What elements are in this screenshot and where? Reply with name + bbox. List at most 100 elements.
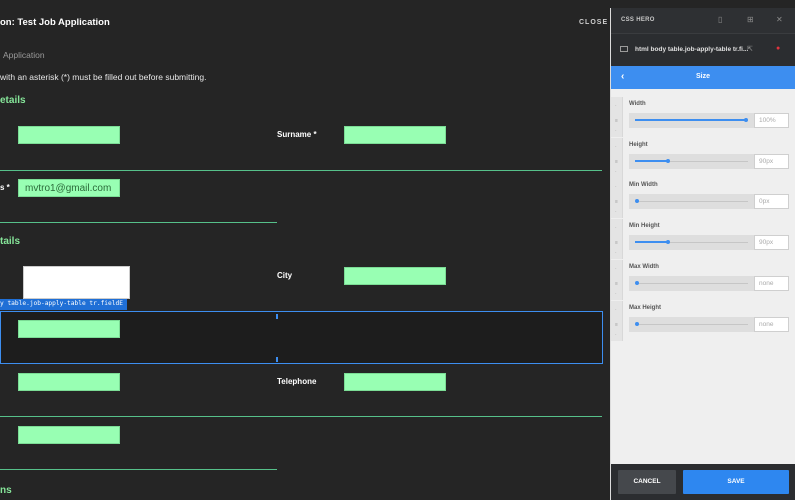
slider-thumb[interactable]	[665, 240, 670, 245]
gutter-mark-icon: ·	[615, 184, 617, 191]
property-value-input[interactable]: none	[754, 275, 789, 291]
property-slider[interactable]	[629, 113, 754, 128]
gutter-mark-icon: ·	[615, 331, 617, 338]
gutter-mark-icon: ≡	[615, 321, 618, 328]
size-property-row: · ≡ · Min Height 90px	[611, 219, 796, 260]
gutter-mark-icon: ·	[615, 306, 617, 313]
gutter-mark-icon: ·	[615, 168, 617, 175]
row-gutter: · ≡ ·	[611, 137, 623, 178]
cancel-button[interactable]: CANCEL	[618, 470, 676, 494]
telephone-label: Telephone	[277, 377, 317, 386]
form-subtitle: Application	[3, 50, 45, 60]
property-value-input[interactable]: 90px	[754, 235, 789, 251]
file-icon	[620, 46, 628, 52]
selector-path-bar: html body table.job-apply-table tr.fi...…	[611, 33, 795, 66]
property-slider[interactable]	[629, 275, 754, 291]
slider-thumb[interactable]	[744, 118, 748, 122]
property-label: Min Height	[629, 223, 660, 230]
property-label: Max Width	[629, 263, 659, 270]
save-button[interactable]: SAVE	[683, 470, 789, 494]
address-textarea[interactable]	[23, 266, 130, 299]
slider-thumb[interactable]	[635, 199, 639, 204]
property-slider[interactable]	[629, 153, 754, 169]
surname-field[interactable]	[344, 126, 446, 144]
property-value-input[interactable]: 0px	[754, 194, 789, 210]
divider	[0, 416, 602, 417]
row-gutter: · ≡ ·	[611, 219, 623, 260]
slider-fill	[635, 159, 668, 162]
add-layer-icon[interactable]: ⊞	[747, 15, 754, 24]
selection-path-tag: y table.job-apply-table tr.fieldE	[0, 299, 127, 310]
email-field[interactable]: mvtro1@gmail.com	[18, 179, 120, 197]
slider-track	[635, 323, 748, 325]
size-property-row: · ≡ · Width 100%	[611, 97, 796, 137]
size-property-row: · ≡ · Max Height none	[611, 300, 796, 341]
gutter-mark-icon: ≡	[615, 280, 618, 287]
first-name-field[interactable]	[18, 126, 120, 144]
gutter-mark-icon: ≡	[615, 118, 618, 124]
section-heading-address: tails	[0, 236, 21, 247]
gutter-mark-icon: ≡	[615, 158, 618, 165]
required-note: with an asterisk (*) must be filled out …	[0, 72, 207, 82]
city-field[interactable]	[344, 267, 446, 285]
mobile-field[interactable]	[18, 426, 120, 444]
gutter-mark-icon: ·	[615, 128, 617, 134]
row-gutter: · ≡ ·	[611, 178, 623, 219]
property-slider[interactable]	[629, 316, 754, 332]
section-heading-personal: etails	[0, 95, 26, 106]
property-value-input[interactable]: 100%	[754, 113, 789, 128]
property-slider[interactable]	[629, 194, 754, 210]
size-property-row: · ≡ · Min Width 0px	[611, 178, 796, 219]
gutter-mark-icon: ≡	[615, 240, 618, 247]
panel-footer: CANCEL SAVE	[611, 464, 796, 500]
postcode-field[interactable]	[18, 320, 120, 338]
form-title: on: Test Job Application	[0, 17, 110, 28]
gutter-mark-icon: ·	[615, 290, 617, 297]
close-button[interactable]: CLOSE	[579, 19, 608, 26]
divider	[0, 469, 277, 470]
resize-handle-top[interactable]	[276, 314, 278, 319]
slider-thumb[interactable]	[635, 321, 639, 326]
size-property-row: · ≡ · Height 90px	[611, 137, 796, 178]
gutter-mark-icon: ·	[615, 225, 617, 232]
city-label: City	[277, 271, 293, 280]
selector-path[interactable]: html body table.job-apply-table tr.fi...	[635, 46, 748, 53]
property-value-input[interactable]: none	[754, 316, 789, 332]
gutter-mark-icon: ·	[615, 103, 617, 109]
row-gutter: · ≡ ·	[611, 259, 623, 300]
panel-header: CSS HERO ▯ ⊞ ✕	[611, 8, 795, 33]
property-label: Max Height	[629, 304, 662, 311]
delete-icon[interactable]: ●	[776, 45, 780, 52]
property-value-input[interactable]: 90px	[754, 153, 789, 169]
section-heading-questions: ns	[0, 485, 12, 496]
page-edge	[795, 0, 800, 500]
slider-thumb[interactable]	[635, 280, 639, 285]
size-title: Size	[695, 73, 710, 80]
property-label: Min Width	[629, 182, 658, 189]
close-icon[interactable]: ✕	[776, 15, 783, 24]
row-gutter: · ≡ ·	[611, 97, 623, 137]
resize-handle-bottom[interactable]	[276, 357, 278, 362]
slider-thumb[interactable]	[665, 158, 670, 163]
property-slider[interactable]	[629, 235, 754, 251]
size-property-row: · ≡ · Max Width none	[611, 259, 796, 300]
property-label: Height	[629, 141, 648, 148]
panel-title: CSS HERO	[621, 17, 655, 23]
slider-track	[635, 282, 748, 284]
divider	[0, 222, 277, 223]
gutter-mark-icon: ·	[615, 143, 617, 150]
telephone-field[interactable]	[344, 373, 446, 391]
size-nav[interactable]: ‹ Size	[611, 66, 795, 89]
cursor-icon[interactable]: ⇱	[747, 45, 753, 53]
gutter-mark-icon: ·	[615, 209, 617, 216]
mobile-icon[interactable]: ▯	[718, 15, 722, 24]
slider-fill	[635, 119, 746, 121]
divider	[0, 170, 602, 171]
gutter-mark-icon: ·	[615, 265, 617, 272]
country-field[interactable]	[18, 373, 120, 391]
gutter-mark-icon: ·	[615, 250, 617, 257]
gutter-mark-icon: ≡	[615, 199, 618, 206]
property-label: Width	[629, 101, 646, 107]
email-label: s *	[0, 183, 10, 192]
slider-track	[635, 201, 748, 203]
